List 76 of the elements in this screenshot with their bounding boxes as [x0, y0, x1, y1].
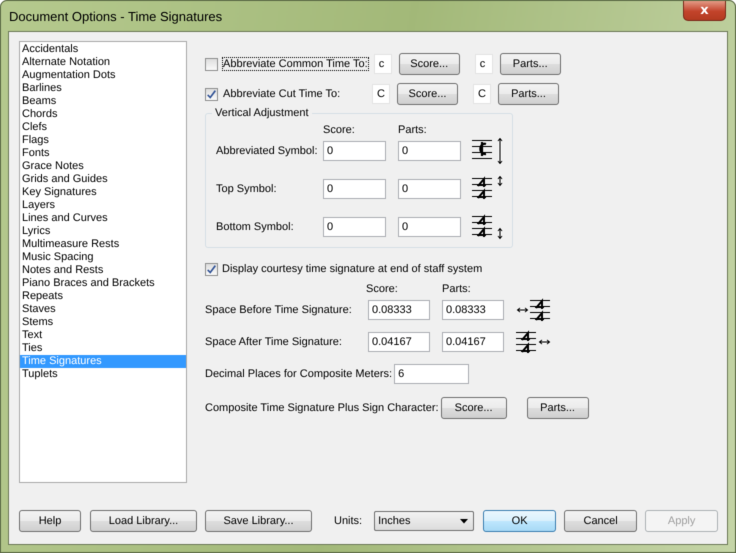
- input-field[interactable]: 0: [323, 217, 386, 237]
- field-label: Decimal Places for Composite Meters:: [205, 368, 392, 380]
- units-dropdown[interactable]: Inches: [374, 511, 474, 531]
- field-label: Top Symbol:: [216, 183, 278, 195]
- input-field[interactable]: 0.08333: [368, 300, 430, 320]
- symbol-field[interactable]: C: [473, 84, 491, 104]
- checkbox-label: Abbreviate Common Time To:: [222, 57, 369, 71]
- category-item[interactable]: Lines and Curves: [20, 212, 186, 225]
- score-button[interactable]: Score...: [397, 83, 458, 105]
- field-label: Composite Time Signature Plus Sign Character:: [205, 402, 439, 414]
- checkbox[interactable]: [205, 88, 218, 100]
- category-item[interactable]: Augmentation Dots: [20, 69, 186, 82]
- load-library-button[interactable]: Load Library...: [90, 510, 197, 532]
- input-field[interactable]: 0: [323, 179, 386, 199]
- category-item[interactable]: Lyrics: [20, 225, 186, 238]
- time-signature-spacing-icon: [516, 329, 552, 355]
- window-title: Document Options - Time Signatures: [9, 8, 222, 24]
- help-button[interactable]: Help: [19, 510, 81, 532]
- category-item[interactable]: Staves: [20, 303, 186, 316]
- checkbox-label: Display courtesy time signature at end of staff system: [222, 263, 482, 275]
- symbol-field[interactable]: c: [474, 54, 493, 74]
- category-item[interactable]: Grids and Guides: [20, 173, 186, 186]
- input-field[interactable]: 0: [398, 217, 461, 237]
- category-item[interactable]: Barlines: [20, 82, 186, 95]
- column-header: Parts:: [442, 283, 471, 297]
- category-item[interactable]: Grace Notes: [20, 160, 186, 173]
- category-item[interactable]: Alternate Notation: [20, 56, 186, 69]
- checkbox[interactable]: [205, 58, 218, 70]
- category-item[interactable]: Piano Braces and Brackets: [20, 277, 186, 290]
- category-item[interactable]: Key Signatures: [20, 186, 186, 199]
- input-field[interactable]: 0.04167: [368, 332, 430, 352]
- score-button[interactable]: Score...: [440, 397, 507, 419]
- input-field[interactable]: 6: [394, 364, 470, 384]
- parts-button[interactable]: Parts...: [526, 397, 589, 419]
- checkbox[interactable]: [205, 262, 218, 276]
- category-item[interactable]: Notes and Rests: [20, 264, 186, 277]
- input-field[interactable]: 0.04167: [442, 332, 504, 352]
- ok-button[interactable]: OK: [483, 510, 556, 532]
- category-item[interactable]: Repeats: [20, 290, 186, 303]
- parts-button[interactable]: Parts...: [498, 83, 559, 105]
- field-label: Space Before Time Signature:: [205, 304, 353, 316]
- column-header: Parts:: [398, 124, 427, 138]
- category-item[interactable]: Clefs: [20, 121, 186, 134]
- category-item[interactable]: Ties: [20, 342, 186, 355]
- parts-button[interactable]: Parts...: [500, 53, 561, 75]
- category-item[interactable]: Tuplets: [20, 368, 186, 381]
- column-header: Score:: [323, 124, 356, 138]
- category-item[interactable]: Fonts: [20, 147, 186, 160]
- cancel-button[interactable]: Cancel: [564, 510, 638, 532]
- input-field[interactable]: 0.08333: [442, 300, 504, 320]
- category-item[interactable]: Text: [20, 329, 186, 342]
- group-title: Vertical Adjustment: [212, 107, 312, 119]
- category-item[interactable]: Beams: [20, 95, 186, 108]
- category-item[interactable]: Multimeasure Rests: [20, 238, 186, 251]
- category-item[interactable]: Flags: [20, 134, 186, 147]
- category-item[interactable]: Music Spacing: [20, 251, 186, 264]
- category-item[interactable]: Stems: [20, 316, 186, 329]
- save-library-button[interactable]: Save Library...: [205, 510, 312, 532]
- symbol-field[interactable]: C: [372, 84, 390, 104]
- symbol-field[interactable]: c: [374, 54, 392, 74]
- input-field[interactable]: 0: [323, 141, 386, 161]
- input-field[interactable]: 0: [398, 179, 461, 199]
- column-header: Score:: [366, 283, 399, 297]
- dropdown-arrow-icon: [460, 518, 468, 524]
- close-button[interactable]: x: [683, 1, 726, 21]
- field-label: Abbreviated Symbol:: [216, 145, 318, 157]
- time-signature-spacing-icon: [516, 297, 552, 323]
- field-label: Bottom Symbol:: [216, 221, 295, 233]
- checkbox-label: Abbreviate Cut Time To:: [222, 87, 342, 101]
- field-label: Space After Time Signature:: [205, 336, 343, 348]
- category-item[interactable]: Chords: [20, 108, 186, 121]
- score-button[interactable]: Score...: [398, 53, 460, 75]
- category-item[interactable]: Accidentals: [20, 43, 186, 56]
- units-label: Units:: [334, 515, 362, 527]
- input-field[interactable]: 0: [398, 141, 461, 161]
- category-item[interactable]: Layers: [20, 199, 186, 212]
